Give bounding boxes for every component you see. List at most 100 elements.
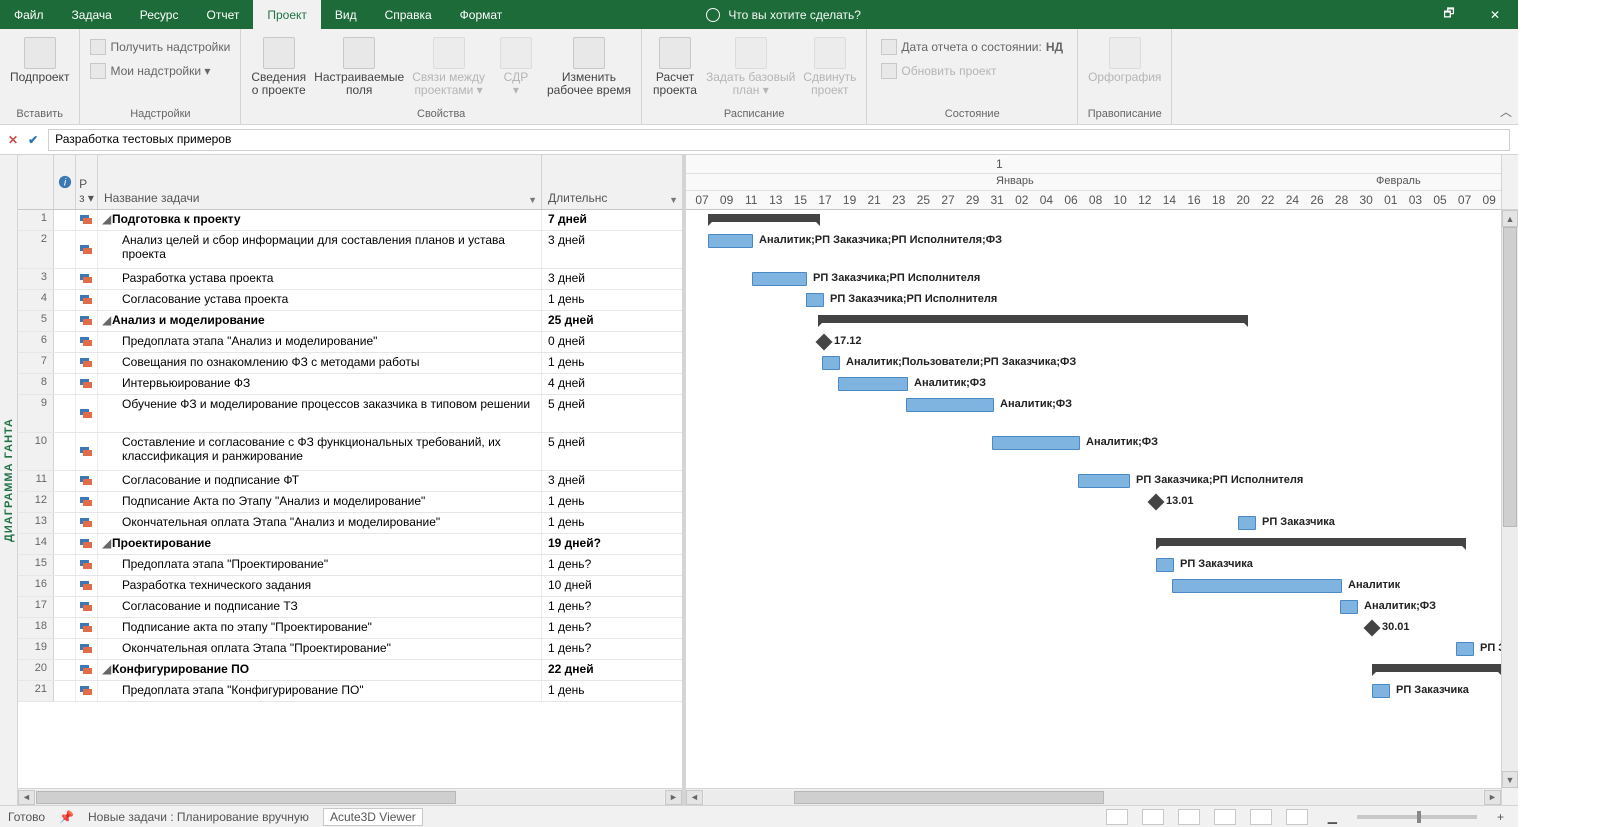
gantt-bar[interactable] bbox=[1156, 538, 1466, 546]
name-cell[interactable]: ◢Анализ и моделирование bbox=[98, 311, 542, 331]
cancel-icon[interactable]: ✕ bbox=[8, 133, 18, 147]
duration-cell[interactable]: 1 день? bbox=[542, 639, 682, 659]
gantt-bar[interactable] bbox=[1364, 620, 1381, 637]
name-cell[interactable]: ◢Конфигурирование ПО bbox=[98, 660, 542, 680]
gantt-bar[interactable] bbox=[1340, 600, 1358, 614]
window-restore[interactable]: 🗗 bbox=[1426, 0, 1472, 29]
table-row[interactable]: 21Предоплата этапа "Конфигурирование ПО"… bbox=[18, 681, 682, 702]
table-row[interactable]: 17Согласование и подписание ТЗ1 день? bbox=[18, 597, 682, 618]
name-cell[interactable]: Согласование устава проекта bbox=[98, 290, 542, 310]
table-row[interactable]: 5◢Анализ и моделирование25 дней bbox=[18, 311, 682, 332]
name-cell[interactable]: ◢Подготовка к проекту bbox=[98, 210, 542, 230]
duration-cell[interactable]: 10 дней bbox=[542, 576, 682, 596]
table-row[interactable]: 16Разработка технического задания10 дней bbox=[18, 576, 682, 597]
ribbon-small[interactable]: Мои надстройки ▾ bbox=[86, 61, 234, 81]
name-cell[interactable]: Разработка технического задания bbox=[98, 576, 542, 596]
duration-cell[interactable]: 1 день? bbox=[542, 597, 682, 617]
duration-cell[interactable]: 4 дней bbox=[542, 374, 682, 394]
menu-tab-Формат[interactable]: Формат bbox=[446, 0, 517, 29]
name-cell[interactable]: Предоплата этапа "Анализ и моделирование… bbox=[98, 332, 542, 352]
duration-cell[interactable]: 0 дней bbox=[542, 332, 682, 352]
gantt-bar[interactable] bbox=[708, 234, 753, 248]
view-btn-1[interactable] bbox=[1106, 809, 1128, 825]
gantt-bar[interactable] bbox=[816, 334, 833, 351]
ribbon-button[interactable]: Сведенияо проекте bbox=[247, 31, 310, 99]
name-cell[interactable]: Интервьюирование ФЗ bbox=[98, 374, 542, 394]
table-row[interactable]: 13Окончательная оплата Этапа "Анализ и м… bbox=[18, 513, 682, 534]
name-cell[interactable]: Подписание Акта по Этапу "Анализ и модел… bbox=[98, 492, 542, 512]
name-cell[interactable]: Составление и согласование с ФЗ функцион… bbox=[98, 433, 542, 470]
zoom-slider[interactable] bbox=[1357, 815, 1477, 819]
duration-cell[interactable]: 3 дней bbox=[542, 471, 682, 491]
menu-tab-Файл[interactable]: Файл bbox=[0, 0, 58, 29]
ribbon-button[interactable]: Изменитьрабочее время bbox=[543, 31, 635, 99]
entry-input[interactable]: Разработка тестовых примеров bbox=[48, 129, 1510, 151]
collapse-icon[interactable]: ◢ bbox=[102, 212, 112, 226]
duration-cell[interactable]: 1 день bbox=[542, 681, 682, 701]
name-cell[interactable]: Разработка устава проекта bbox=[98, 269, 542, 289]
ribbon-button[interactable]: Расчетпроекта bbox=[648, 31, 702, 99]
ribbon-button[interactable]: Настраиваемыеполя bbox=[310, 31, 408, 99]
table-row[interactable]: 12Подписание Акта по Этапу "Анализ и мод… bbox=[18, 492, 682, 513]
tell-me[interactable]: Что вы хотите сделать? bbox=[706, 0, 861, 29]
duration-cell[interactable]: 22 дней bbox=[542, 660, 682, 680]
gantt-bar[interactable] bbox=[1456, 642, 1474, 656]
table-row[interactable]: 3Разработка устава проекта3 дней bbox=[18, 269, 682, 290]
table-row[interactable]: 10Составление и согласование с ФЗ функци… bbox=[18, 433, 682, 471]
duration-cell[interactable]: 1 день bbox=[542, 290, 682, 310]
name-cell[interactable]: Предоплата этапа "Конфигурирование ПО" bbox=[98, 681, 542, 701]
info-column[interactable]: i bbox=[54, 155, 76, 209]
collapse-icon[interactable]: ◢ bbox=[102, 662, 112, 676]
table-row[interactable]: 14◢Проектирование19 дней? bbox=[18, 534, 682, 555]
duration-cell[interactable]: 5 дней bbox=[542, 433, 682, 470]
menu-tab-Задача[interactable]: Задача bbox=[58, 0, 126, 29]
view-btn-5[interactable] bbox=[1250, 809, 1272, 825]
table-row[interactable]: 6Предоплата этапа "Анализ и моделировани… bbox=[18, 332, 682, 353]
window-close[interactable]: ✕ bbox=[1472, 0, 1518, 29]
table-row[interactable]: 9Обучение ФЗ и моделирование процессов з… bbox=[18, 395, 682, 433]
table-row[interactable]: 2Анализ целей и сбор информации для сост… bbox=[18, 231, 682, 269]
duration-cell[interactable]: 5 дней bbox=[542, 395, 682, 432]
menu-tab-Справка[interactable]: Справка bbox=[371, 0, 446, 29]
gantt-bar[interactable] bbox=[752, 272, 807, 286]
table-row[interactable]: 7Совещания по ознакомлению ФЗ с методами… bbox=[18, 353, 682, 374]
gantt-bar[interactable] bbox=[1372, 664, 1501, 672]
name-cell[interactable]: Согласование и подписание ФТ bbox=[98, 471, 542, 491]
name-cell[interactable]: ◢Проектирование bbox=[98, 534, 542, 554]
duration-cell[interactable]: 1 день? bbox=[542, 618, 682, 638]
menu-tab-Отчет[interactable]: Отчет bbox=[192, 0, 253, 29]
collapse-icon[interactable]: ◢ bbox=[102, 536, 112, 550]
table-row[interactable]: 19Окончательная оплата Этапа "Проектиров… bbox=[18, 639, 682, 660]
collapse-icon[interactable]: ◢ bbox=[102, 313, 112, 327]
duration-cell[interactable]: 1 день bbox=[542, 513, 682, 533]
gantt-bar[interactable] bbox=[818, 315, 1248, 323]
name-cell[interactable]: Совещания по ознакомлению ФЗ с методами … bbox=[98, 353, 542, 373]
name-cell[interactable]: Окончательная оплата Этапа "Анализ и мод… bbox=[98, 513, 542, 533]
name-cell[interactable]: Обучение ФЗ и моделирование процессов за… bbox=[98, 395, 542, 432]
gantt-bar[interactable] bbox=[992, 436, 1080, 450]
duration-cell[interactable]: 25 дней bbox=[542, 311, 682, 331]
gantt-bar[interactable] bbox=[822, 356, 840, 370]
duration-cell[interactable]: 1 день bbox=[542, 492, 682, 512]
duration-cell[interactable]: 3 дней bbox=[542, 269, 682, 289]
name-cell[interactable]: Анализ целей и сбор информации для соста… bbox=[98, 231, 542, 268]
duration-column[interactable]: Длительнс▼ bbox=[542, 155, 682, 209]
gantt-bar[interactable] bbox=[1156, 558, 1174, 572]
menu-tab-Ресурс[interactable]: Ресурс bbox=[126, 0, 193, 29]
table-row[interactable]: 1◢Подготовка к проекту7 дней bbox=[18, 210, 682, 231]
gantt-bar[interactable] bbox=[1172, 579, 1342, 593]
duration-cell[interactable]: 19 дней? bbox=[542, 534, 682, 554]
timeline-header[interactable]: 1 ЯнварьФевраль 070911131517192123252729… bbox=[686, 155, 1501, 210]
duration-cell[interactable]: 1 день? bbox=[542, 555, 682, 575]
gantt-bar[interactable] bbox=[906, 398, 994, 412]
name-cell[interactable]: Предоплата этапа "Проектирование" bbox=[98, 555, 542, 575]
acute3d-tag[interactable]: Acute3D Viewer bbox=[323, 808, 423, 826]
table-hscroll[interactable]: ◄► bbox=[18, 788, 682, 805]
name-cell[interactable]: Подписание акта по этапу "Проектирование… bbox=[98, 618, 542, 638]
gantt-bar[interactable] bbox=[1148, 494, 1165, 511]
table-row[interactable]: 20◢Конфигурирование ПО22 дней bbox=[18, 660, 682, 681]
collapse-ribbon-icon[interactable]: ︿ bbox=[1500, 103, 1512, 120]
duration-cell[interactable]: 1 день bbox=[542, 353, 682, 373]
table-row[interactable]: 4Согласование устава проекта1 день bbox=[18, 290, 682, 311]
table-row[interactable]: 15Предоплата этапа "Проектирование"1 ден… bbox=[18, 555, 682, 576]
